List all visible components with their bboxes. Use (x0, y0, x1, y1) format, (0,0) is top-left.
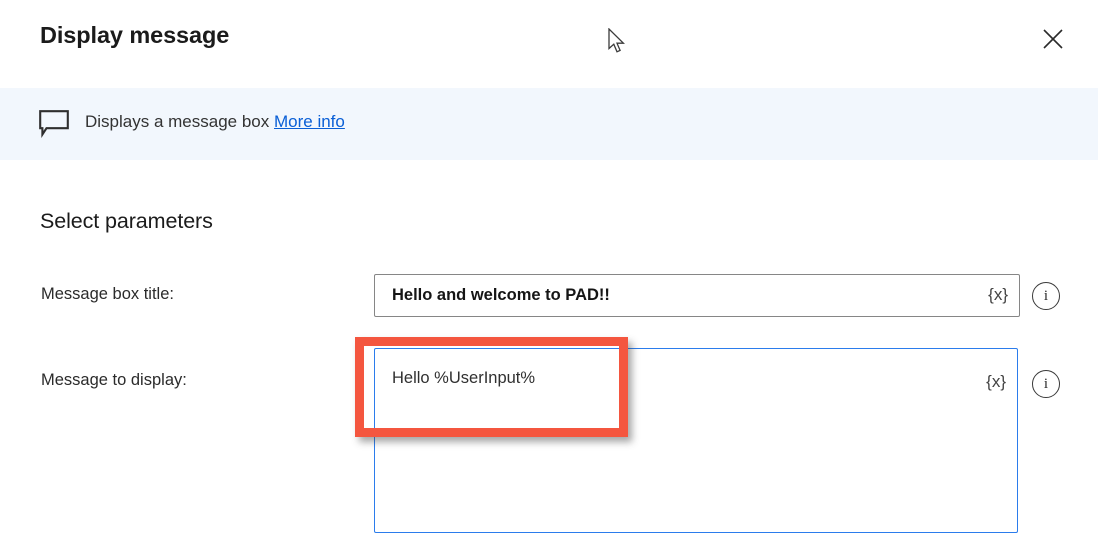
dialog-header: Display message (0, 0, 1098, 88)
select-parameters-heading: Select parameters (40, 209, 213, 233)
close-icon (1042, 28, 1064, 50)
more-info-link[interactable]: More info (274, 112, 345, 131)
speech-bubble-icon (39, 110, 69, 138)
variable-picker-icon[interactable]: {x} (986, 372, 1006, 392)
info-circle-icon[interactable]: i (1032, 370, 1060, 398)
page-title: Display message (40, 22, 230, 48)
message-to-display-label: Message to display: (41, 371, 187, 389)
message-to-display-input[interactable]: Hello %UserInput% {x} (374, 348, 1018, 533)
banner-description-text: Displays a message box (85, 112, 270, 131)
message-box-title-label: Message box title: (41, 285, 174, 303)
message-to-display-value: Hello %UserInput% (392, 369, 536, 387)
message-box-title-value: Hello and welcome to PAD!! (392, 286, 610, 304)
message-box-title-input[interactable]: Hello and welcome to PAD!! {x} (374, 274, 1020, 317)
banner-description: Displays a message box More info (85, 112, 345, 132)
close-button[interactable] (1030, 16, 1076, 62)
info-circle-icon[interactable]: i (1032, 282, 1060, 310)
variable-picker-icon[interactable]: {x} (988, 285, 1008, 305)
